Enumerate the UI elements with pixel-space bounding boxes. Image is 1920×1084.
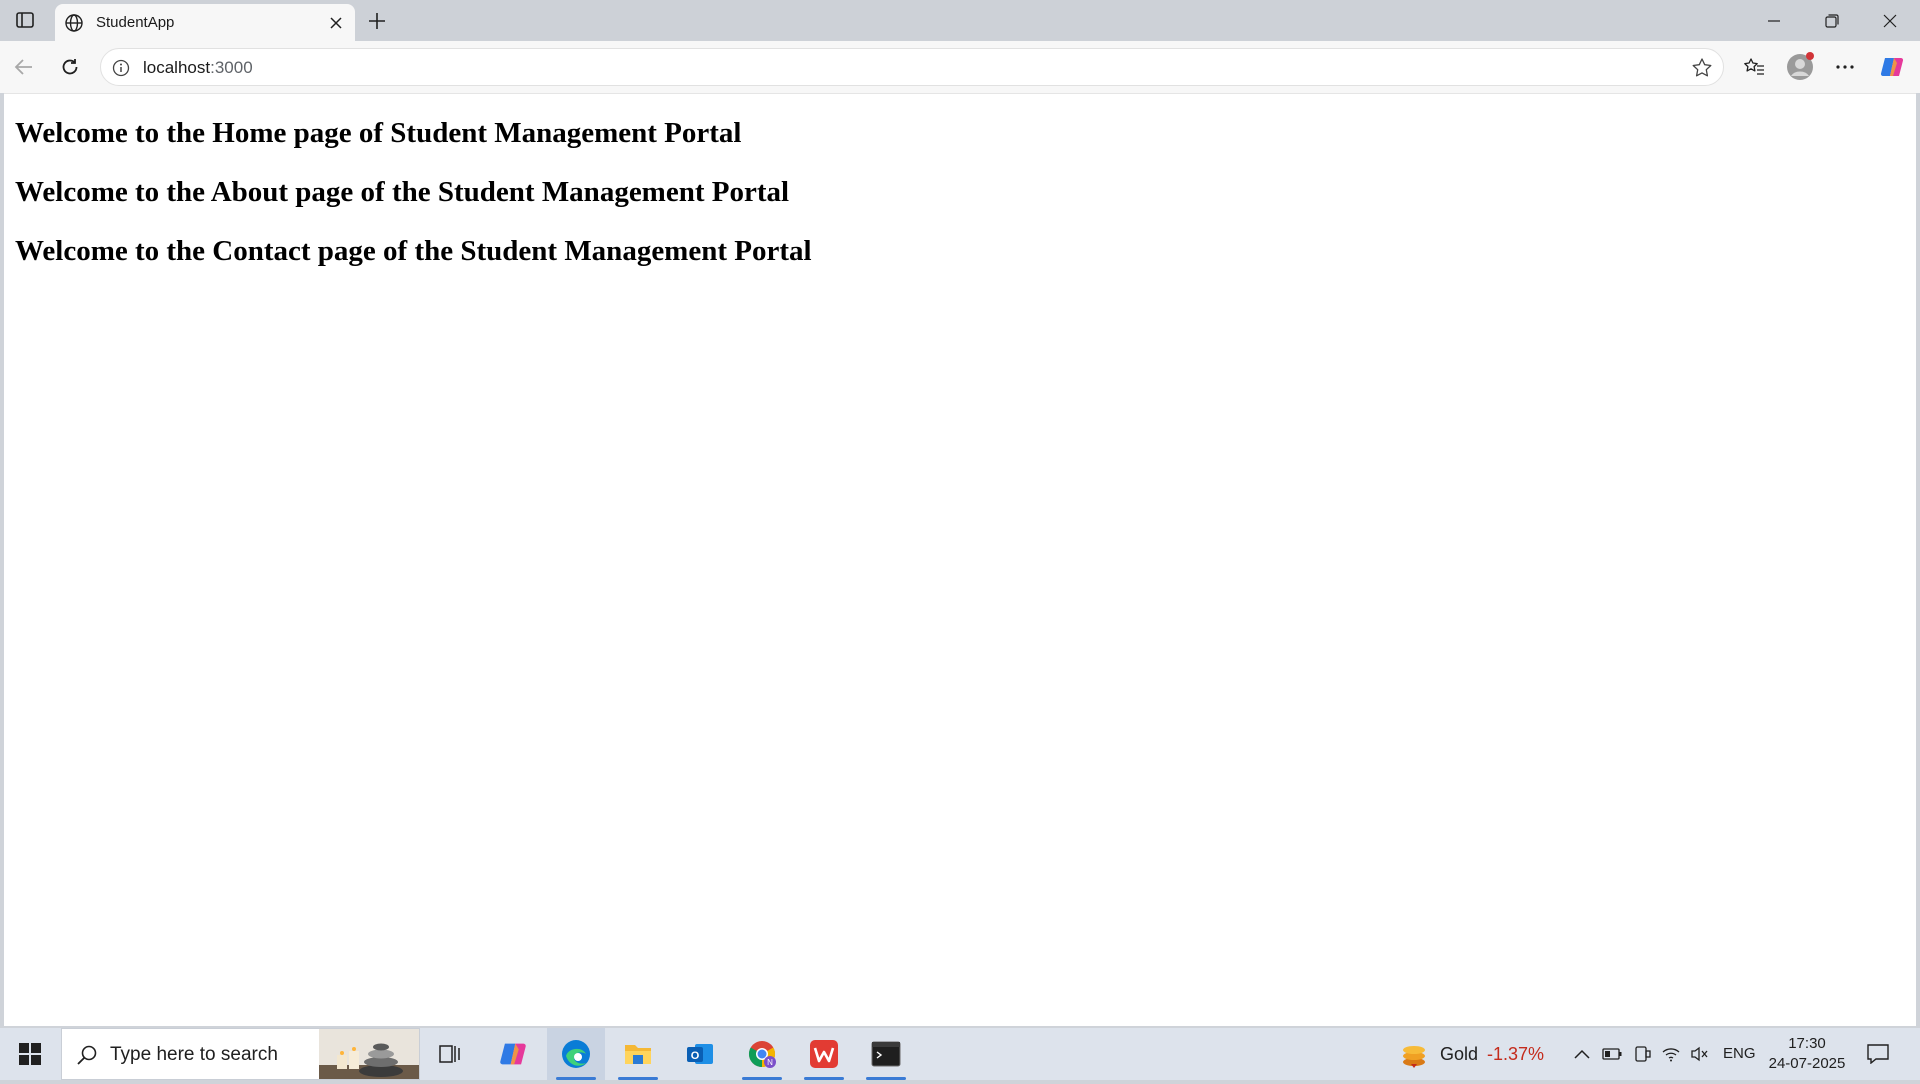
url-port: :3000 <box>210 58 253 77</box>
language-indicator[interactable]: ENG <box>1723 1045 1756 1062</box>
about-heading: Welcome to the About page of the Student… <box>15 176 790 208</box>
windows-start-button[interactable] <box>0 1028 60 1080</box>
tab-title: StudentApp <box>96 14 175 31</box>
task-view-button[interactable] <box>421 1028 479 1080</box>
sidebar-toggle-icon[interactable] <box>12 9 38 31</box>
url-host: localhost <box>143 58 211 77</box>
copilot-app-icon[interactable] <box>484 1028 542 1080</box>
outlook-icon[interactable]: O <box>671 1028 729 1080</box>
wifi-icon[interactable] <box>1660 1043 1682 1065</box>
search-highlight-image <box>319 1029 419 1079</box>
widget-change: -1.37% <box>1487 1044 1545 1064</box>
favorites-icon[interactable] <box>1738 51 1770 83</box>
tab-strip: StudentApp <box>0 0 1920 41</box>
new-tab-button[interactable] <box>364 8 390 34</box>
back-button[interactable] <box>8 51 40 83</box>
taskbar: Type here to search O N Gold -1.37% ENG … <box>0 1028 1920 1080</box>
info-icon[interactable] <box>111 58 131 78</box>
stock-widget[interactable]: Gold -1.37% <box>1395 1028 1555 1080</box>
close-window-button[interactable] <box>1868 6 1912 36</box>
profile-avatar[interactable] <box>1784 51 1816 83</box>
search-icon <box>76 1044 98 1066</box>
minimize-button[interactable] <box>1752 6 1796 36</box>
battery-icon[interactable] <box>1601 1043 1623 1065</box>
system-clock[interactable]: 17:30 24-07-2025 <box>1762 1034 1852 1074</box>
favorite-star-icon[interactable] <box>1691 57 1713 79</box>
search-placeholder: Type here to search <box>110 1044 278 1065</box>
gold-coins-icon <box>1399 1040 1429 1070</box>
widget-label: Gold <box>1440 1044 1479 1064</box>
file-explorer-icon[interactable] <box>609 1028 667 1080</box>
contact-heading: Welcome to the Contact page of the Stude… <box>15 235 812 267</box>
svg-text:O: O <box>691 1050 700 1062</box>
refresh-button[interactable] <box>54 51 86 83</box>
url-text[interactable]: localhost:3000 <box>143 58 253 78</box>
address-bar[interactable]: localhost:3000 <box>100 48 1724 86</box>
volume-muted-icon[interactable] <box>1689 1043 1711 1065</box>
wps-office-icon[interactable] <box>795 1028 853 1080</box>
chevron-up-icon[interactable] <box>1571 1043 1593 1065</box>
globe-icon <box>64 13 84 33</box>
clock-time: 17:30 <box>1788 1035 1826 1052</box>
taskbar-search-box[interactable]: Type here to search <box>61 1028 420 1080</box>
browser-tab[interactable]: StudentApp <box>55 4 355 41</box>
more-options-icon[interactable] <box>1829 51 1861 83</box>
copilot-icon[interactable] <box>1876 51 1908 83</box>
chrome-icon[interactable]: N <box>733 1028 791 1080</box>
edge-app-icon[interactable] <box>547 1028 605 1080</box>
home-heading: Welcome to the Home page of Student Mana… <box>15 117 742 149</box>
restore-button[interactable] <box>1810 6 1854 36</box>
clock-date: 24-07-2025 <box>1768 1055 1846 1072</box>
close-tab-icon[interactable] <box>325 12 347 34</box>
meet-now-icon[interactable] <box>1631 1043 1653 1065</box>
page-viewport: Welcome to the Home page of Student Mana… <box>4 93 1916 1026</box>
svg-text:N: N <box>767 1058 773 1067</box>
terminal-icon[interactable] <box>857 1028 915 1080</box>
notifications-icon[interactable] <box>1862 1040 1894 1068</box>
browser-toolbar: localhost:3000 <box>0 41 1920 93</box>
